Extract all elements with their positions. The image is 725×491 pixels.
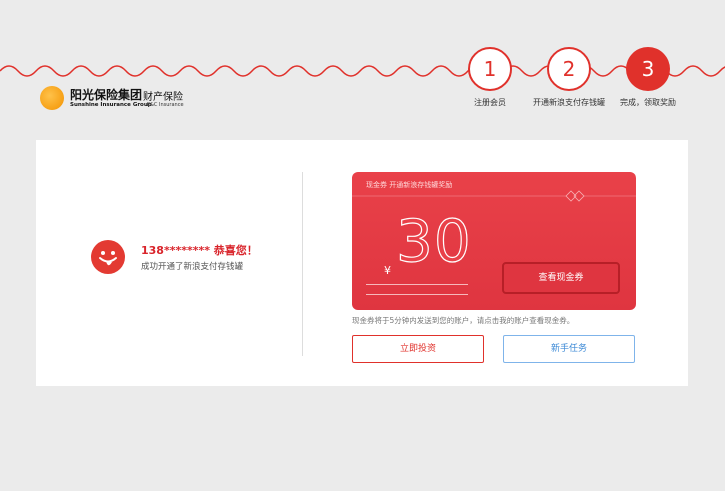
smile-face-icon xyxy=(91,240,125,274)
newbie-tasks-button[interactable]: 新手任务 xyxy=(503,335,635,363)
step-2-circle: 2 xyxy=(547,47,591,91)
brand-division-cn: 财产保险 xyxy=(143,92,183,103)
step-1-circle: 1 xyxy=(468,47,512,91)
step-1-label: 注册会员 xyxy=(474,98,506,107)
coupon-title: 现金券 开通新浪存钱罐奖励 xyxy=(366,181,453,189)
brand-name-en: Sunshine Insurance Group xyxy=(70,102,152,108)
brand-logo[interactable]: 阳光保险集团 财产保险 Sunshine Insurance Group P&C… xyxy=(40,84,200,112)
brand-name-cn: 阳光保险集团 xyxy=(70,88,143,102)
currency-symbol: ¥ xyxy=(384,264,391,277)
coupon-amount: 30 xyxy=(395,206,472,275)
cash-coupon: 现金券 开通新浪存钱罐奖励 30 ¥ 查看现金券 xyxy=(352,172,636,310)
brand-division-en: P&C Insurance xyxy=(147,102,184,108)
page-header: 阳光保险集团 财产保险 Sunshine Insurance Group P&C… xyxy=(0,0,725,130)
success-subtext: 成功开通了新浪支付存钱罐 xyxy=(141,262,244,272)
step-3-label: 完成，领取奖励 xyxy=(620,98,676,107)
amount-underline xyxy=(366,284,468,285)
step-2-label: 开通新浪支付存钱罐 xyxy=(533,98,605,107)
sun-logo-icon xyxy=(40,86,64,110)
step-3-circle: 3 xyxy=(626,47,670,91)
amount-underline-2 xyxy=(366,294,468,295)
congrats-headline: 138******** 恭喜您！ xyxy=(141,244,258,257)
invest-now-button[interactable]: 立即投资 xyxy=(352,335,484,363)
view-coupon-button[interactable]: 查看现金券 xyxy=(502,262,620,294)
vertical-divider xyxy=(302,172,303,356)
coupon-note: 现金券将于5分钟内发送到您的账户，请点击我的账户查看现金券。 xyxy=(352,316,575,325)
result-card: 138******** 恭喜您！ 成功开通了新浪支付存钱罐 现金券 开通新浪存钱… xyxy=(36,140,688,386)
wave-divider xyxy=(0,65,725,77)
